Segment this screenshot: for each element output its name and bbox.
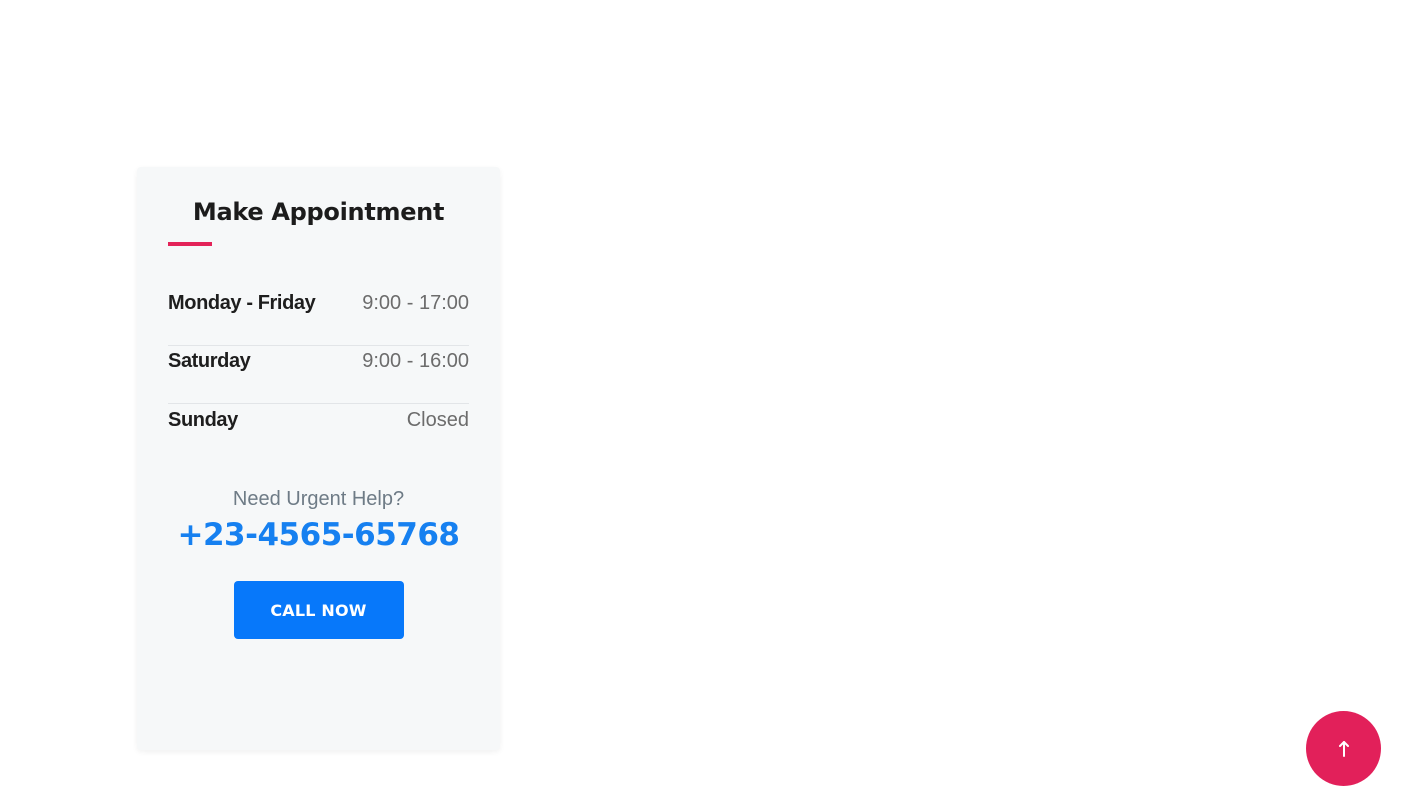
call-now-button[interactable]: CALL NOW	[233, 581, 404, 639]
time-value: 9:00 - 16:00	[362, 350, 469, 372]
appointment-card: Make Appointment Monday - Friday 9:00 - …	[137, 167, 500, 750]
phone-number-link[interactable]: +23-4565-65768	[168, 517, 469, 553]
day-label: Sunday	[168, 408, 238, 431]
scroll-to-top-button[interactable]	[1306, 711, 1381, 786]
urgent-help-label: Need Urgent Help?	[232, 488, 405, 510]
arrow-up-icon	[1338, 740, 1350, 757]
opening-hours-list: Monday - Friday 9:00 - 17:00 Saturday 9:…	[168, 262, 469, 462]
day-label: Monday - Friday	[168, 292, 316, 314]
time-value: Closed	[406, 408, 469, 431]
title-underline	[168, 242, 212, 246]
time-value: 9:00 - 17:00	[362, 292, 469, 314]
day-label: Saturday	[168, 350, 251, 372]
hours-row-sunday: Sunday Closed	[168, 378, 469, 462]
appointment-title: Make Appointment	[192, 198, 445, 226]
